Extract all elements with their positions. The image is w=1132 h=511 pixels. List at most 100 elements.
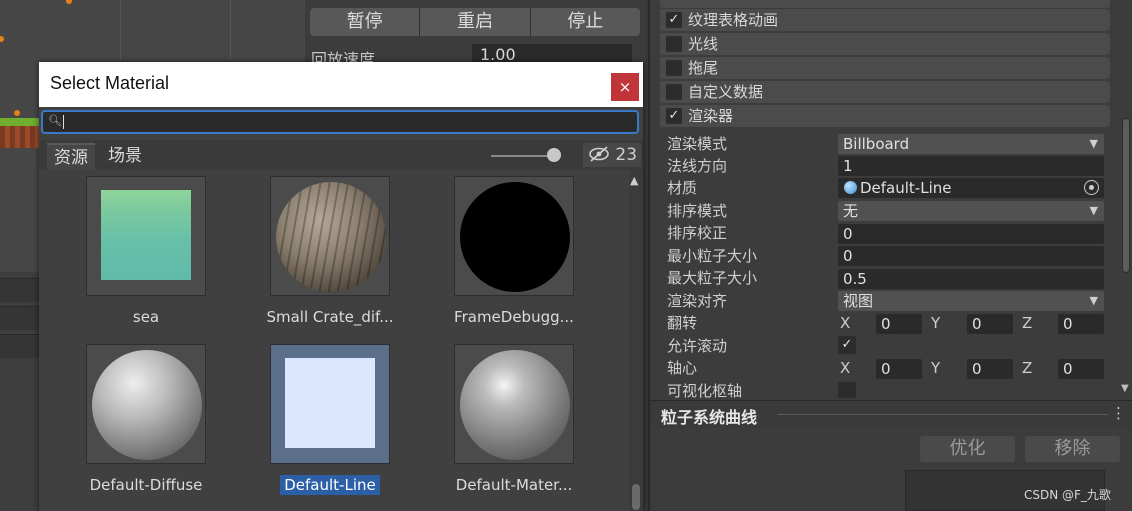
flip-y-field[interactable]: 0	[967, 314, 1013, 334]
flip-z-field[interactable]: 0	[1058, 314, 1104, 334]
sort-mode-dropdown[interactable]: 无 ▼	[838, 201, 1104, 221]
playback-buttons: 暂停 重启 停止	[310, 8, 640, 36]
material-name: sea	[132, 308, 160, 326]
material-name: Default-Line	[240, 475, 420, 495]
dialog-scrollbar[interactable]: ▲	[629, 170, 643, 511]
module-label: 自定义数据	[688, 83, 764, 101]
module-label: 渲染器	[688, 107, 734, 125]
scene-lower-panel	[0, 272, 40, 511]
max-particle-size-label: 最大粒子大小	[667, 269, 758, 287]
module-checkbox[interactable]	[666, 36, 682, 52]
allow-roll-checkbox[interactable]: ✓	[838, 336, 856, 354]
scrollbar-thumb[interactable]	[1122, 118, 1130, 273]
particle-curves-header[interactable]: 粒子系统曲线 ⋮	[650, 400, 1132, 428]
render-mode-value: Billboard	[843, 135, 910, 153]
material-label: 材质	[667, 179, 698, 197]
chevron-down-icon: ▼	[1089, 294, 1098, 307]
pause-button[interactable]: 暂停	[310, 8, 421, 36]
render-mode-dropdown[interactable]: Billboard ▼	[838, 134, 1104, 154]
zoom-slider-handle[interactable]	[547, 148, 561, 162]
particle-curves-title: 粒子系统曲线	[661, 408, 758, 427]
module-checkbox[interactable]	[666, 84, 682, 100]
material-grid: sea Small Crate_dif... FrameDebugg... De…	[39, 170, 629, 511]
hidden-count: 23	[615, 145, 638, 165]
pivot-y-field[interactable]: 0	[967, 359, 1013, 379]
divider	[778, 414, 1108, 415]
close-button[interactable]: ×	[611, 73, 639, 101]
chevron-down-icon: ▼	[1089, 137, 1098, 150]
material-field[interactable]: Default-Line	[838, 178, 1104, 198]
render-alignment-dropdown[interactable]: 视图 ▼	[838, 291, 1104, 311]
select-material-dialog: Select Material × 🔍︎ 资源 场景 23 sea Small …	[39, 62, 643, 511]
material-thumbnail	[270, 344, 390, 464]
normal-direction-field[interactable]: 1	[838, 156, 1104, 176]
normal-direction-label: 法线方向	[667, 157, 728, 175]
flip-label: 翻转	[667, 314, 698, 332]
visualize-pivot-checkbox[interactable]	[838, 382, 856, 398]
inspector-scrollbar[interactable]: ▼	[1121, 110, 1130, 394]
remove-button[interactable]: 移除	[1025, 436, 1120, 462]
pivot-x-label: X	[840, 359, 851, 377]
particle-dot	[14, 110, 20, 116]
dialog-tabs: 资源 场景 23	[39, 140, 643, 170]
hidden-packages-toggle[interactable]: 23	[583, 143, 641, 167]
flip-x-field[interactable]: 0	[876, 314, 922, 334]
pivot-z-label: Z	[1022, 359, 1033, 377]
module-renderer[interactable]: ✓ 渲染器	[660, 105, 1110, 127]
restart-button[interactable]: 重启	[420, 8, 531, 36]
module-trails[interactable]: 拖尾	[660, 57, 1110, 79]
allow-roll-label: 允许滚动	[667, 337, 728, 355]
tab-assets[interactable]: 资源	[47, 143, 95, 170]
module-checkbox[interactable]: ✓	[666, 108, 682, 124]
pivot-x-field[interactable]: 0	[876, 359, 922, 379]
text-caret	[63, 115, 64, 129]
inspector-panel: ✓ 纹理表格动画 光线 拖尾 自定义数据 ✓ 渲染器 渲染模式 Billboar…	[648, 0, 1132, 511]
max-particle-size-field[interactable]: 0.5	[838, 269, 1104, 289]
sorting-fudge-field[interactable]: 0	[838, 224, 1104, 244]
module-checkbox[interactable]: ✓	[666, 12, 682, 28]
scroll-up-icon[interactable]: ▲	[630, 174, 638, 187]
sort-mode-label: 排序模式	[667, 202, 728, 220]
material-name: Default-Diffuse	[89, 476, 203, 494]
object-picker-icon[interactable]	[1084, 180, 1099, 195]
module-texture-sheet-animation[interactable]: ✓ 纹理表格动画	[660, 9, 1110, 31]
render-alignment-value: 视图	[843, 292, 874, 310]
module-custom-data[interactable]: 自定义数据	[660, 81, 1110, 103]
material-thumbnail	[86, 176, 206, 296]
material-thumbnail	[454, 344, 574, 464]
flip-y-label: Y	[931, 314, 941, 332]
flip-x-label: X	[840, 314, 851, 332]
particle-dot	[0, 36, 4, 42]
watermark-text: CSDN @F_九歌	[1024, 488, 1111, 502]
module-label: 拖尾	[688, 59, 719, 77]
pivot-y-label: Y	[931, 359, 941, 377]
search-input[interactable]: 🔍︎	[41, 110, 639, 134]
sort-mode-value: 无	[843, 202, 859, 220]
scroll-down-icon[interactable]: ▼	[1121, 383, 1129, 394]
render-mode-label: 渲染模式	[667, 135, 728, 153]
module-checkbox[interactable]	[666, 60, 682, 76]
material-thumbnail	[86, 344, 206, 464]
module-row-partial[interactable]	[660, 0, 1110, 8]
scrollbar-thumb[interactable]	[632, 484, 640, 510]
sorting-fudge-label: 排序校正	[667, 224, 728, 242]
dialog-titlebar[interactable]: Select Material ×	[39, 62, 643, 107]
tab-scene[interactable]: 场景	[101, 143, 149, 170]
optimize-button[interactable]: 优化	[920, 436, 1015, 462]
stop-button[interactable]: 停止	[530, 8, 640, 36]
material-icon	[844, 181, 857, 194]
module-lights[interactable]: 光线	[660, 33, 1110, 55]
ground-tiles	[0, 118, 40, 148]
module-label: 光线	[688, 35, 719, 53]
more-options-icon[interactable]: ⋮	[1111, 404, 1126, 422]
min-particle-size-field[interactable]: 0	[838, 246, 1104, 266]
module-label: 纹理表格动画	[688, 11, 779, 29]
material-name: Default-Mater...	[455, 476, 573, 494]
material-thumbnail	[454, 176, 574, 296]
grid-line	[230, 0, 231, 60]
visualize-pivot-label: 可视化枢轴	[667, 382, 743, 400]
pivot-z-field[interactable]: 0	[1058, 359, 1104, 379]
dialog-title: Select Material	[50, 73, 170, 93]
material-value: Default-Line	[860, 179, 952, 197]
grid-line	[120, 0, 121, 60]
